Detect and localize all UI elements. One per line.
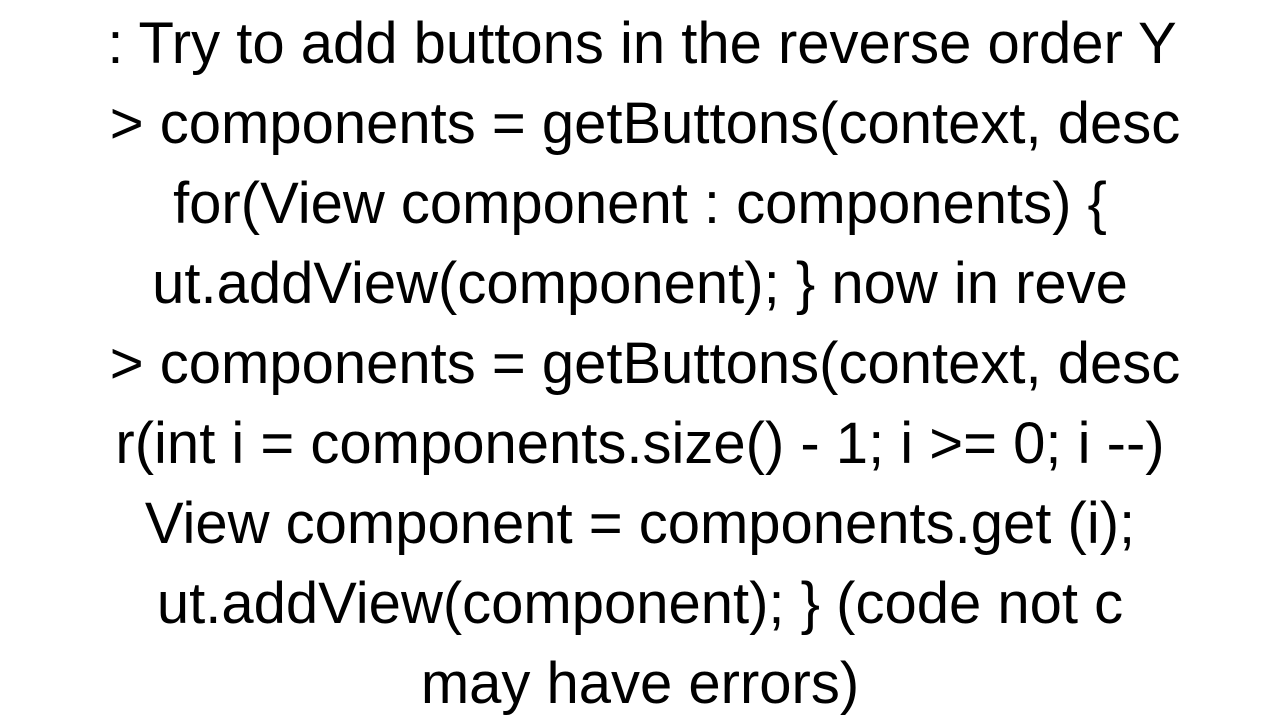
code-line-3: for(View component : components) { [0,164,1280,244]
code-line-6: r(int i = components.size() - 1; i >= 0;… [0,404,1280,484]
code-line-7: View component = components.get (i); [0,484,1280,564]
code-line-9: may have errors) [0,644,1280,724]
code-line-1: : Try to add buttons in the reverse orde… [0,4,1280,84]
code-line-8: ut.addView(component); } (code not c [0,564,1280,644]
code-line-4: ut.addView(component); } now in reve [0,244,1280,324]
code-line-5: > components = getButtons(context, desc [0,324,1280,404]
code-line-2: > components = getButtons(context, desc [0,84,1280,164]
